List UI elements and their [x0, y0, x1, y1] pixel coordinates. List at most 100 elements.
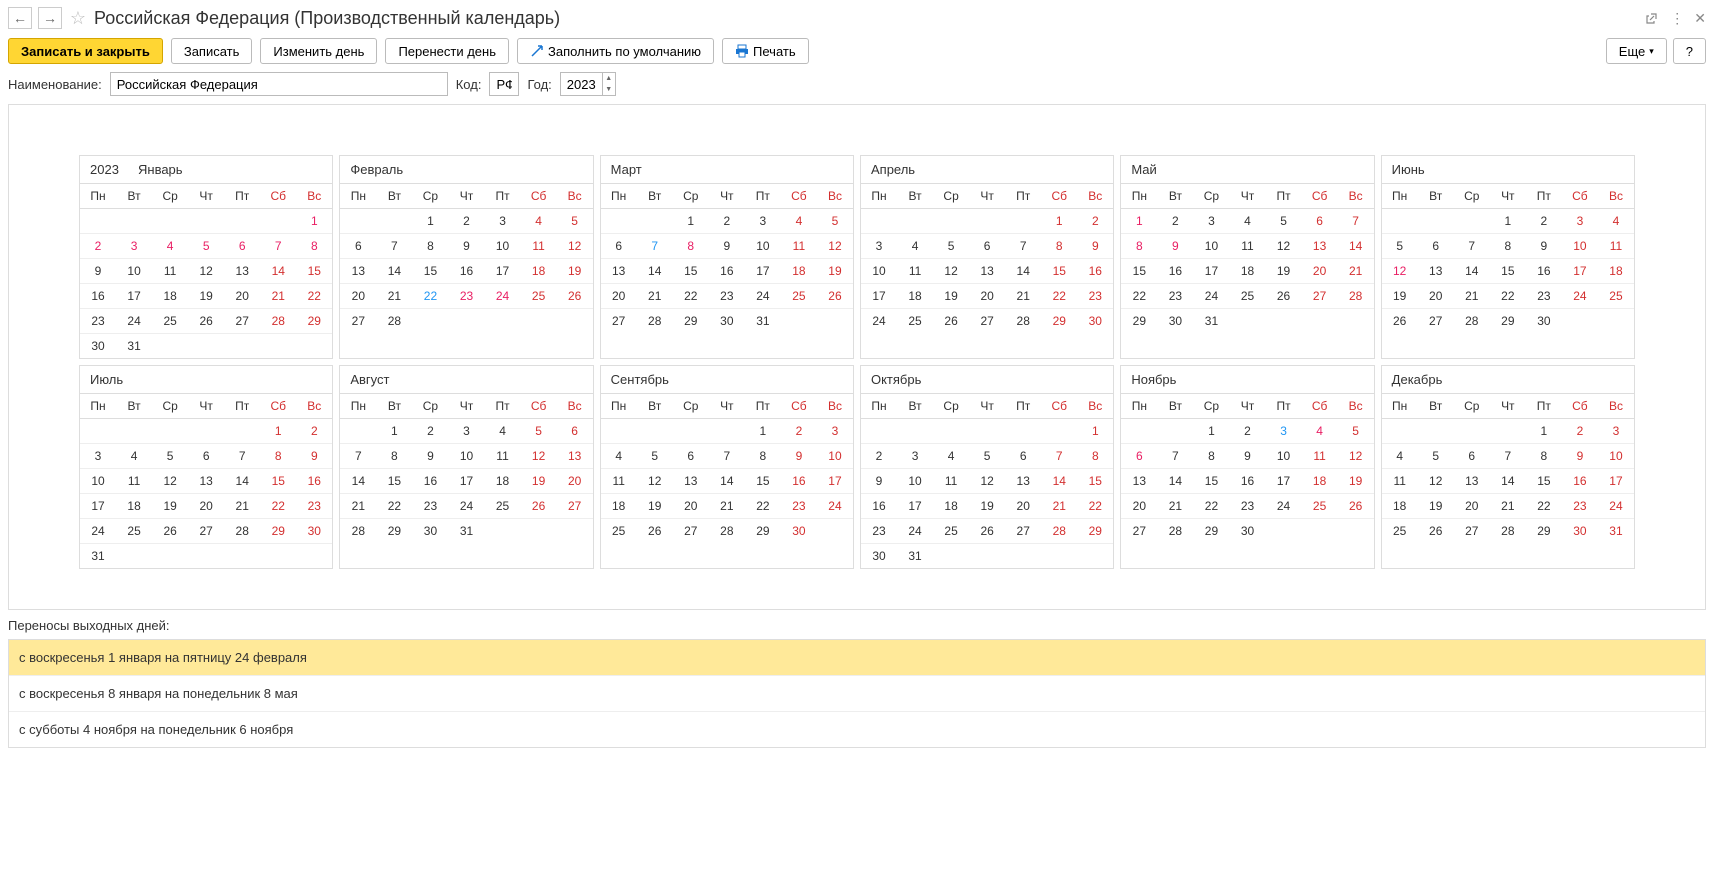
day-cell[interactable]: 7	[1041, 444, 1077, 468]
day-cell[interactable]: 7	[1454, 234, 1490, 258]
day-cell[interactable]: 10	[448, 444, 484, 468]
day-cell[interactable]: 5	[1418, 444, 1454, 468]
day-cell[interactable]: 30	[861, 544, 897, 568]
day-cell[interactable]: 27	[1121, 519, 1157, 543]
day-cell[interactable]: 5	[1266, 209, 1302, 233]
day-cell[interactable]: 22	[1490, 284, 1526, 308]
day-cell[interactable]: 6	[224, 234, 260, 258]
day-cell[interactable]: 4	[601, 444, 637, 468]
day-cell[interactable]: 29	[1193, 519, 1229, 543]
day-cell[interactable]: 10	[485, 234, 521, 258]
day-cell[interactable]: 30	[80, 334, 116, 358]
day-cell[interactable]: 11	[897, 259, 933, 283]
day-cell[interactable]: 7	[224, 444, 260, 468]
day-cell[interactable]: 15	[1490, 259, 1526, 283]
day-cell[interactable]: 8	[1490, 234, 1526, 258]
move-day-button[interactable]: Перенести день	[385, 38, 509, 64]
day-cell[interactable]: 29	[673, 309, 709, 333]
day-cell[interactable]: 2	[1526, 209, 1562, 233]
code-field[interactable]	[489, 72, 519, 96]
day-cell[interactable]: 12	[1266, 234, 1302, 258]
day-cell[interactable]: 12	[637, 469, 673, 493]
day-cell[interactable]: 24	[861, 309, 897, 333]
day-cell[interactable]: 26	[637, 519, 673, 543]
day-cell[interactable]: 25	[601, 519, 637, 543]
day-cell[interactable]: 5	[1382, 234, 1418, 258]
day-cell[interactable]: 9	[1526, 234, 1562, 258]
day-cell[interactable]: 17	[448, 469, 484, 493]
day-cell[interactable]: 14	[1041, 469, 1077, 493]
day-cell[interactable]: 12	[1382, 259, 1418, 283]
day-cell[interactable]: 2	[1229, 419, 1265, 443]
day-cell[interactable]: 18	[601, 494, 637, 518]
day-cell[interactable]: 21	[224, 494, 260, 518]
day-cell[interactable]: 27	[673, 519, 709, 543]
day-cell[interactable]: 16	[80, 284, 116, 308]
day-cell[interactable]: 11	[485, 444, 521, 468]
day-cell[interactable]: 28	[1041, 519, 1077, 543]
day-cell[interactable]: 29	[1490, 309, 1526, 333]
day-cell[interactable]: 7	[1338, 209, 1374, 233]
day-cell[interactable]: 28	[224, 519, 260, 543]
day-cell[interactable]: 7	[260, 234, 296, 258]
day-cell[interactable]: 17	[861, 284, 897, 308]
day-cell[interactable]: 23	[296, 494, 332, 518]
day-cell[interactable]: 23	[781, 494, 817, 518]
help-button[interactable]: ?	[1673, 38, 1706, 64]
day-cell[interactable]: 2	[781, 419, 817, 443]
day-cell[interactable]: 16	[861, 494, 897, 518]
day-cell[interactable]: 25	[1229, 284, 1265, 308]
day-cell[interactable]: 31	[1193, 309, 1229, 333]
name-field[interactable]	[110, 72, 448, 96]
day-cell[interactable]: 3	[861, 234, 897, 258]
day-cell[interactable]: 20	[1302, 259, 1338, 283]
day-cell[interactable]: 14	[1338, 234, 1374, 258]
day-cell[interactable]: 30	[412, 519, 448, 543]
day-cell[interactable]: 28	[376, 309, 412, 333]
day-cell[interactable]: 18	[1382, 494, 1418, 518]
day-cell[interactable]: 19	[1338, 469, 1374, 493]
day-cell[interactable]: 3	[116, 234, 152, 258]
day-cell[interactable]: 14	[376, 259, 412, 283]
day-cell[interactable]: 5	[152, 444, 188, 468]
day-cell[interactable]: 23	[412, 494, 448, 518]
day-cell[interactable]: 15	[1121, 259, 1157, 283]
day-cell[interactable]: 23	[709, 284, 745, 308]
day-cell[interactable]: 12	[557, 234, 593, 258]
day-cell[interactable]: 3	[1193, 209, 1229, 233]
day-cell[interactable]: 5	[637, 444, 673, 468]
day-cell[interactable]: 24	[1598, 494, 1634, 518]
day-cell[interactable]: 23	[1157, 284, 1193, 308]
day-cell[interactable]: 23	[1526, 284, 1562, 308]
day-cell[interactable]: 20	[969, 284, 1005, 308]
day-cell[interactable]: 16	[781, 469, 817, 493]
day-cell[interactable]: 1	[296, 209, 332, 233]
day-cell[interactable]: 24	[1562, 284, 1598, 308]
day-cell[interactable]: 1	[1041, 209, 1077, 233]
day-cell[interactable]: 4	[1598, 209, 1634, 233]
day-cell[interactable]: 8	[376, 444, 412, 468]
print-button[interactable]: Печать	[722, 38, 809, 64]
day-cell[interactable]: 16	[1157, 259, 1193, 283]
day-cell[interactable]: 16	[1077, 259, 1113, 283]
day-cell[interactable]: 16	[412, 469, 448, 493]
day-cell[interactable]: 26	[188, 309, 224, 333]
day-cell[interactable]: 30	[1526, 309, 1562, 333]
day-cell[interactable]: 5	[188, 234, 224, 258]
day-cell[interactable]: 19	[969, 494, 1005, 518]
day-cell[interactable]: 4	[485, 419, 521, 443]
day-cell[interactable]: 21	[376, 284, 412, 308]
day-cell[interactable]: 17	[1562, 259, 1598, 283]
day-cell[interactable]: 15	[1077, 469, 1113, 493]
day-cell[interactable]: 1	[260, 419, 296, 443]
day-cell[interactable]: 22	[296, 284, 332, 308]
day-cell[interactable]: 11	[116, 469, 152, 493]
day-cell[interactable]: 14	[224, 469, 260, 493]
day-cell[interactable]: 27	[224, 309, 260, 333]
day-cell[interactable]: 18	[1229, 259, 1265, 283]
day-cell[interactable]: 2	[1157, 209, 1193, 233]
day-cell[interactable]: 1	[1121, 209, 1157, 233]
day-cell[interactable]: 14	[340, 469, 376, 493]
day-cell[interactable]: 5	[557, 209, 593, 233]
day-cell[interactable]: 25	[485, 494, 521, 518]
